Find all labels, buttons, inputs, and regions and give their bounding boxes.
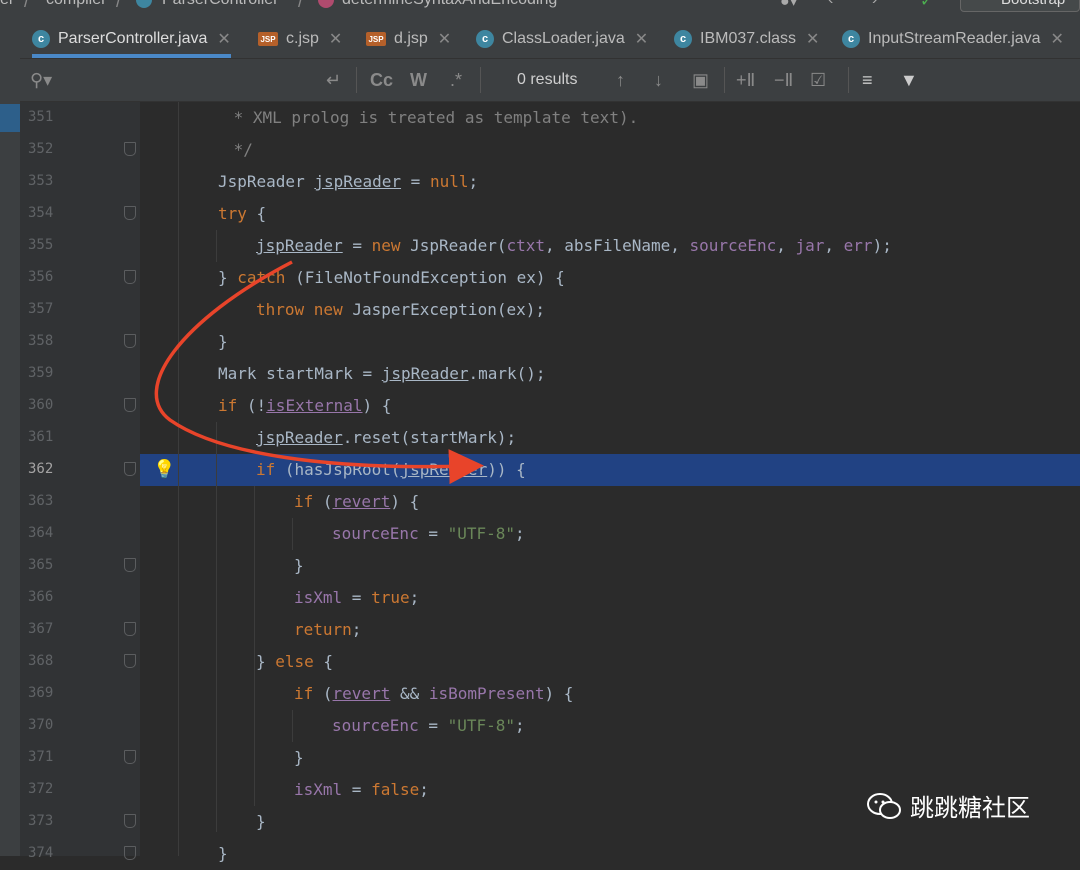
annotation-arrow <box>154 260 484 485</box>
watermark-text: 跳跳糖社区 <box>910 795 1030 822</box>
watermark: 跳跳糖社区 <box>866 788 1030 823</box>
wechat-icon <box>867 792 901 819</box>
